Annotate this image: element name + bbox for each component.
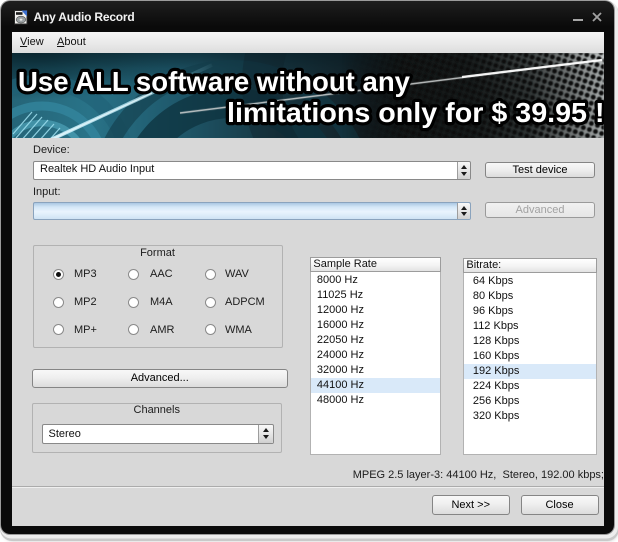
svg-text:limitations only for $ 39.95 !: limitations only for $ 39.95 !: [227, 97, 604, 128]
svg-text:Use ALL software without any: Use ALL software without any: [18, 66, 410, 97]
